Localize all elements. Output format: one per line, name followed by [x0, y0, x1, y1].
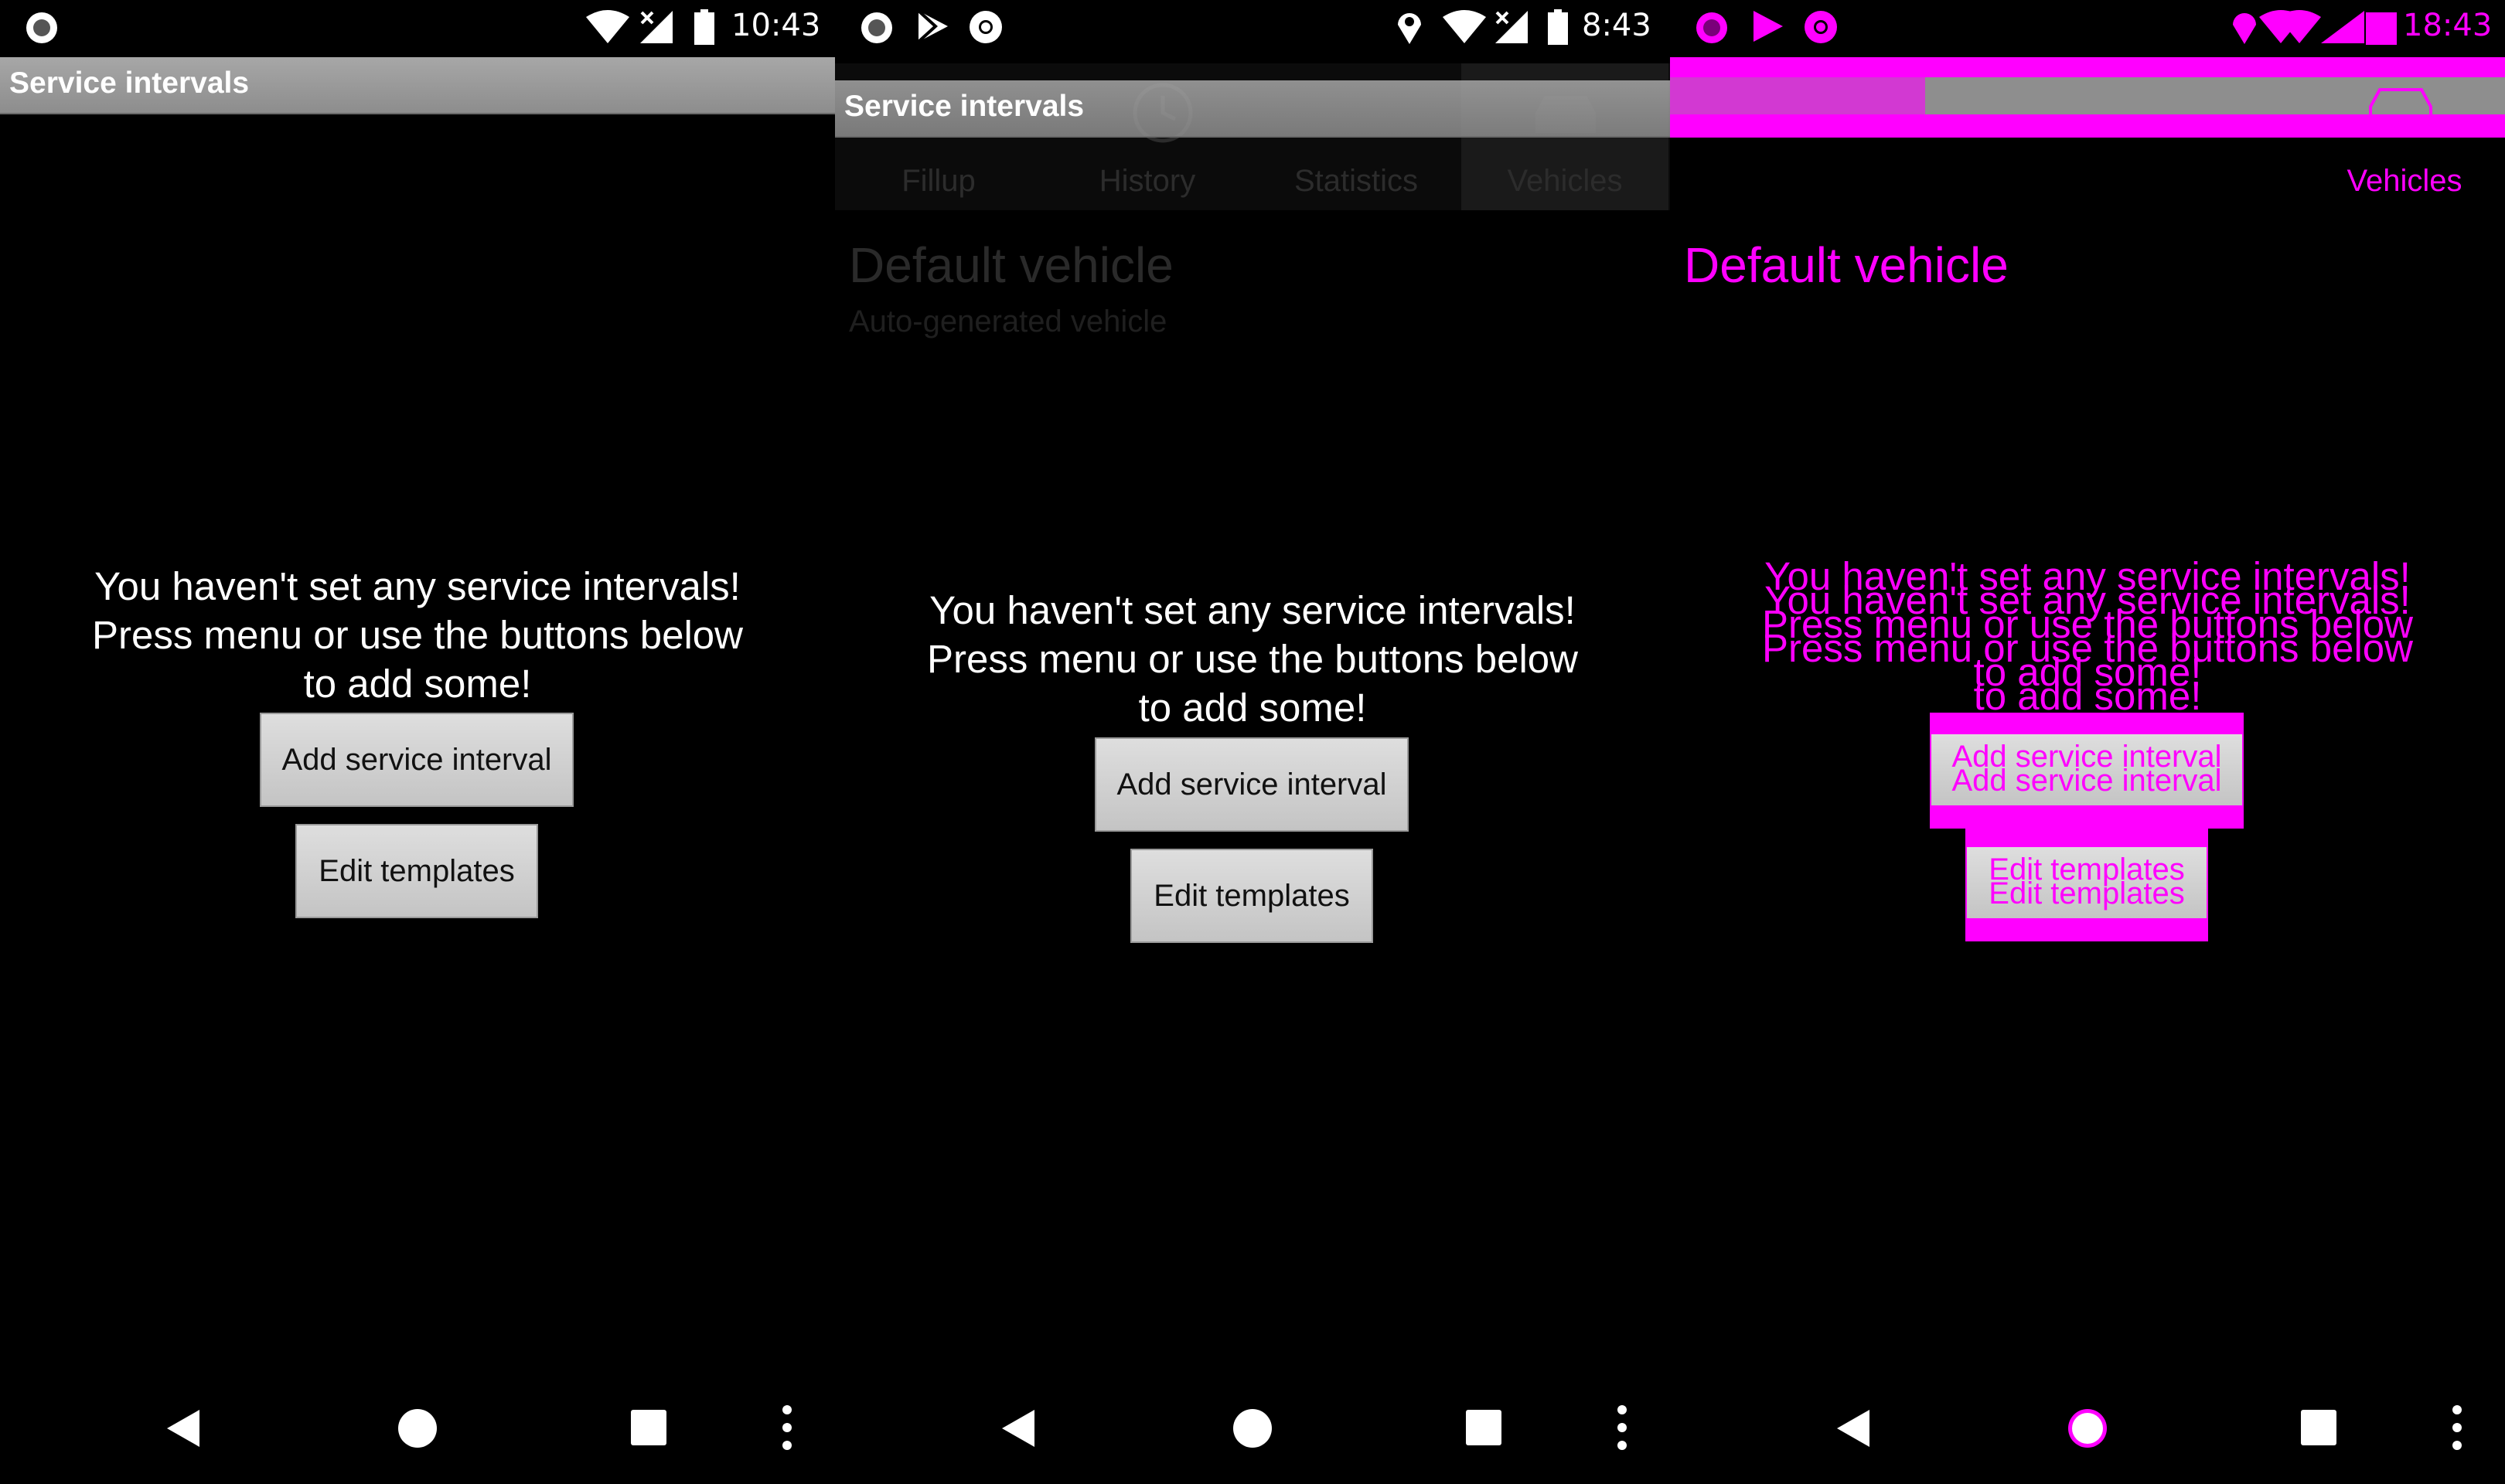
- location-icon: [1398, 13, 1421, 44]
- circle-notification-icon: [26, 12, 57, 43]
- status-time: 8:43: [1582, 8, 1651, 43]
- add-service-interval-button[interactable]: Add service interval: [260, 713, 574, 807]
- tab-vehicles-label: Vehicles: [1507, 164, 1623, 198]
- add-service-interval-button[interactable]: Add service interval Add service interva…: [1931, 734, 2242, 805]
- screen-after: 8:43 Fillup History Statistics Vehicles …: [835, 0, 1670, 1484]
- edit-templates-button[interactable]: Edit templates: [295, 824, 538, 918]
- signal-icon: [640, 11, 673, 43]
- navigation-bar: [1670, 1374, 2505, 1484]
- wifi-icon: [2259, 10, 2321, 43]
- circle-notification-icon: [1696, 12, 1727, 43]
- empty-message-line3: to add some!: [1138, 686, 1367, 730]
- vehicle-name: Default vehicle: [1684, 237, 2009, 293]
- edit-templates-button[interactable]: Edit templates: [1130, 849, 1373, 943]
- play-store-icon: [1754, 11, 1783, 42]
- overflow-menu-icon[interactable]: [781, 1404, 793, 1452]
- navigation-bar: [835, 1374, 1670, 1484]
- diff-region: [1670, 77, 1925, 114]
- action-bar: Service intervals: [835, 80, 1670, 138]
- tab-fillup-label: Fillup: [901, 164, 976, 198]
- location-icon: [2233, 13, 2256, 44]
- action-bar: Service intervals: [0, 57, 835, 114]
- tab-vehicles-label[interactable]: Vehicles: [2335, 164, 2474, 199]
- overflow-menu-icon[interactable]: [2451, 1404, 2463, 1452]
- back-icon[interactable]: [1000, 1408, 1036, 1448]
- tab-statistics-label: Statistics: [1293, 164, 1419, 198]
- play-store-icon: [917, 9, 948, 43]
- status-bar: 8:43: [835, 0, 1670, 56]
- home-icon[interactable]: [1232, 1408, 1273, 1448]
- recents-icon[interactable]: [631, 1410, 666, 1445]
- empty-message: You haven't set any service intervals! P…: [0, 562, 835, 708]
- empty-message-ghost-a: You haven't set any service intervals! Y…: [1670, 556, 2505, 718]
- edit-button-label-dup: Edit templates: [1989, 876, 2185, 910]
- circle-notification-icon: [861, 12, 892, 43]
- battery-icon: [1548, 9, 1568, 45]
- recents-icon[interactable]: [2301, 1410, 2336, 1445]
- empty-message-line2: Press menu or use the buttons below: [927, 637, 1578, 681]
- add-button-label-dup: Add service interval: [1951, 764, 2222, 798]
- back-icon[interactable]: [1835, 1408, 1871, 1448]
- vehicle-name: Default vehicle: [849, 237, 1174, 293]
- screen-before: 10:43 Service intervals You haven't set …: [0, 0, 835, 1484]
- chrome-icon: [1805, 11, 1837, 43]
- add-service-interval-button[interactable]: Add service interval: [1095, 737, 1409, 832]
- action-bar-title: Service intervals: [9, 66, 250, 100]
- back-icon[interactable]: [165, 1408, 201, 1448]
- car-icon: [2369, 88, 2432, 128]
- battery-icon: [2366, 12, 2397, 45]
- home-icon[interactable]: [2067, 1408, 2108, 1448]
- status-bar: 18:43: [1670, 0, 2505, 56]
- empty-message-line2: Press menu or use the buttons below: [92, 613, 743, 657]
- tab-history-label: History: [1099, 164, 1196, 198]
- home-icon[interactable]: [397, 1408, 438, 1448]
- status-bar: 10:43: [0, 0, 835, 56]
- empty-message-line1: You haven't set any service intervals!: [929, 588, 1576, 632]
- action-bar-title: Service intervals: [844, 90, 1085, 123]
- vehicle-subtitle: Auto-generated vehicle: [849, 305, 1167, 339]
- empty-message-line1: You haven't set any service intervals!: [94, 564, 741, 608]
- empty-message: You haven't set any service intervals! P…: [835, 586, 1670, 732]
- edit-templates-button[interactable]: Edit templates Edit templates: [1967, 847, 2207, 918]
- diff-region: [1670, 57, 2505, 77]
- wifi-icon: [586, 10, 629, 43]
- navigation-bar: [0, 1374, 835, 1484]
- recents-icon[interactable]: [1466, 1410, 1501, 1445]
- empty-message-line3: to add some!: [303, 662, 532, 706]
- wifi-icon: [1443, 10, 1486, 43]
- signal-icon: [1495, 11, 1528, 43]
- battery-icon: [694, 9, 714, 45]
- chrome-icon: [970, 11, 1002, 43]
- signal-icon: [2321, 11, 2364, 43]
- status-time: 10:43: [731, 8, 821, 43]
- empty-message-line3-dup: to add some!: [1973, 674, 2202, 718]
- status-time: 18:43: [2403, 8, 2493, 43]
- screen-diff: 18:43 Vehicles Default vehicle You haven…: [1670, 0, 2505, 1484]
- overflow-menu-icon[interactable]: [1616, 1404, 1628, 1452]
